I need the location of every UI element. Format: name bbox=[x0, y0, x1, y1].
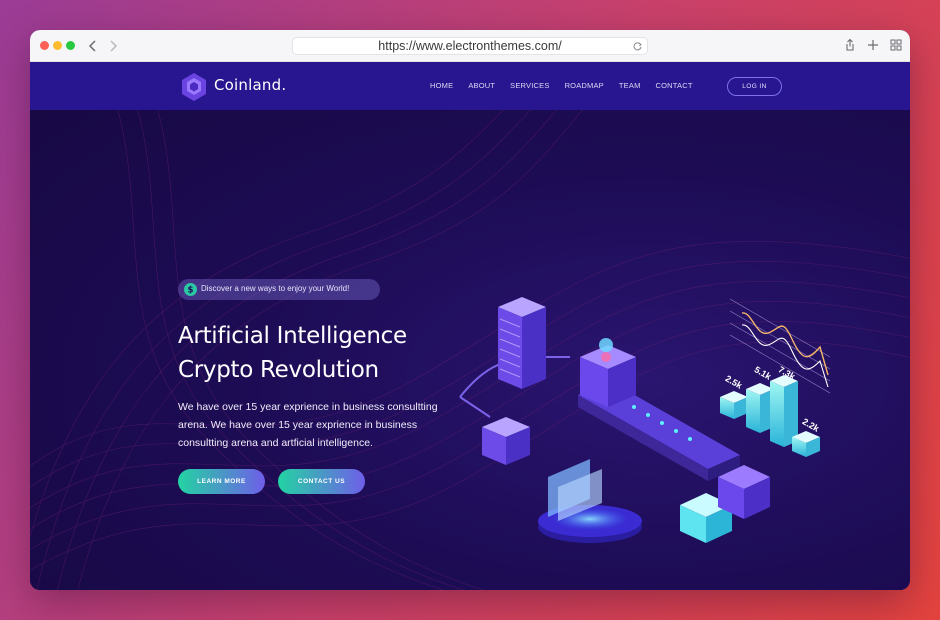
site-navbar: Coinland. HOME ABOUT SERVICES ROADMAP TE… bbox=[30, 62, 910, 110]
menu-item-team[interactable]: TEAM bbox=[619, 81, 641, 93]
menu-item-home[interactable]: HOME bbox=[430, 81, 453, 93]
tab-overview-icon[interactable] bbox=[889, 38, 903, 52]
close-window-button[interactable] bbox=[40, 41, 49, 50]
site-logo[interactable]: Coinland. bbox=[180, 70, 320, 104]
webpage: Coinland. HOME ABOUT SERVICES ROADMAP TE… bbox=[30, 62, 910, 590]
login-button[interactable]: LOG IN bbox=[727, 77, 782, 96]
address-bar[interactable]: https://www.electronthemes.com/ bbox=[292, 37, 648, 55]
menu-item-roadmap[interactable]: ROADMAP bbox=[565, 81, 604, 93]
menu-item-services[interactable]: SERVICES bbox=[510, 81, 549, 93]
minimize-window-button[interactable] bbox=[53, 41, 62, 50]
crypto-isometric-illustration: 2.5k 5.1k 7.3k 2.2k bbox=[430, 277, 831, 557]
forward-arrow-icon[interactable] bbox=[106, 38, 120, 54]
share-icon[interactable] bbox=[843, 38, 857, 52]
browser-window: https://www.electronthemes.com/ Coinland… bbox=[30, 30, 910, 590]
menu-item-contact[interactable]: CONTACT bbox=[656, 81, 693, 93]
back-arrow-icon[interactable] bbox=[86, 38, 100, 54]
main-menu: HOME ABOUT SERVICES ROADMAP TEAM CONTACT bbox=[430, 81, 708, 93]
reload-icon[interactable] bbox=[632, 41, 643, 52]
discover-badge: $ Discover a new ways to enjoy your Worl… bbox=[178, 279, 380, 300]
isometric-illustration-art bbox=[459, 297, 831, 543]
hero-description: We have over 15 year exprience in busine… bbox=[178, 401, 438, 449]
badge-text: Discover a new ways to enjoy your World! bbox=[201, 284, 350, 293]
new-tab-icon[interactable] bbox=[866, 38, 880, 52]
menu-item-about[interactable]: ABOUT bbox=[468, 81, 495, 93]
url-text: https://www.electronthemes.com/ bbox=[378, 39, 562, 53]
brand-name: Coinland. bbox=[214, 76, 287, 94]
learn-more-button[interactable]: LEARN MORE bbox=[178, 469, 265, 494]
hexagon-logo-icon bbox=[182, 73, 206, 101]
contact-us-button[interactable]: CONTACT US bbox=[278, 469, 365, 494]
server-tower bbox=[498, 297, 546, 389]
maximize-window-button[interactable] bbox=[66, 41, 75, 50]
svg-text:$: $ bbox=[188, 286, 194, 296]
dollar-coin-icon: $ bbox=[184, 283, 197, 296]
browser-toolbar: https://www.electronthemes.com/ bbox=[30, 30, 910, 62]
